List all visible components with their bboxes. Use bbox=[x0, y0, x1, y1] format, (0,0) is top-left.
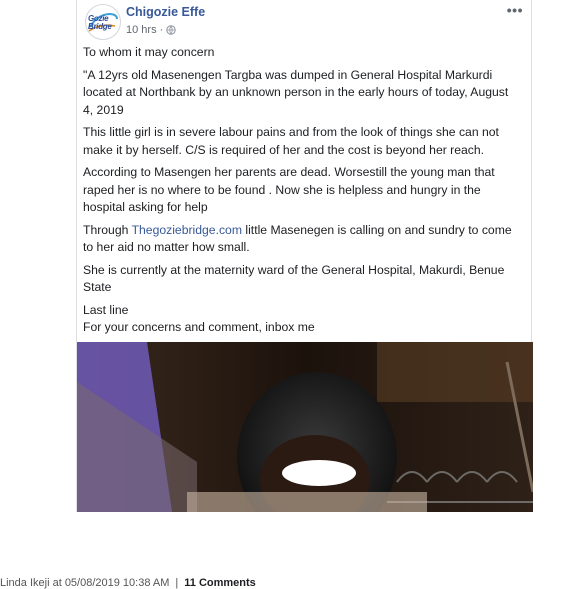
post-paragraph: To whom it may concern bbox=[83, 45, 215, 59]
page-avatar[interactable]: Gozie Bridge bbox=[85, 4, 121, 40]
post-paragraph: This little girl is in severe labour pai… bbox=[83, 125, 499, 157]
post-paragraph: For your concerns and comment, inbox me bbox=[83, 320, 315, 334]
post-paragraph: "A 12yrs old Masenengen Targba was dumpe… bbox=[83, 67, 509, 117]
post-text: To whom it may concern "A 12yrs old Mase… bbox=[83, 44, 519, 342]
globe-icon[interactable] bbox=[166, 25, 176, 35]
facebook-post-card: Gozie Bridge Chigozie Effe 10 hrs · ••• … bbox=[76, 0, 533, 512]
post-meta: 10 hrs · bbox=[126, 24, 176, 36]
post-photo-image bbox=[77, 342, 533, 512]
post-paragraph: Last line bbox=[83, 302, 129, 317]
website-link[interactable]: Thegoziebridge.com bbox=[132, 223, 242, 237]
post-photo[interactable] bbox=[77, 342, 533, 512]
comments-link[interactable]: 11 Comments bbox=[184, 577, 256, 589]
post-paragraph: According to Masengen her parents are de… bbox=[83, 165, 495, 214]
post-footer: Linda Ikeji at 05/08/2019 10:38 AM | 11 Co… bbox=[0, 577, 256, 589]
post-paragraph: Through Thegoziebridge.com little Masene… bbox=[83, 222, 512, 255]
post-author[interactable]: Chigozie Effe bbox=[126, 5, 205, 19]
post-time[interactable]: 10 hrs bbox=[126, 24, 157, 36]
posted-by: Linda Ikeji at 05/08/2019 10:38 AM bbox=[0, 577, 170, 589]
avatar-logo-text: Gozie Bridge bbox=[88, 14, 112, 31]
footer-separator: | bbox=[175, 577, 179, 589]
more-options-icon[interactable]: ••• bbox=[507, 2, 523, 18]
post-paragraph: She is currently at the maternity ward o… bbox=[83, 262, 505, 295]
